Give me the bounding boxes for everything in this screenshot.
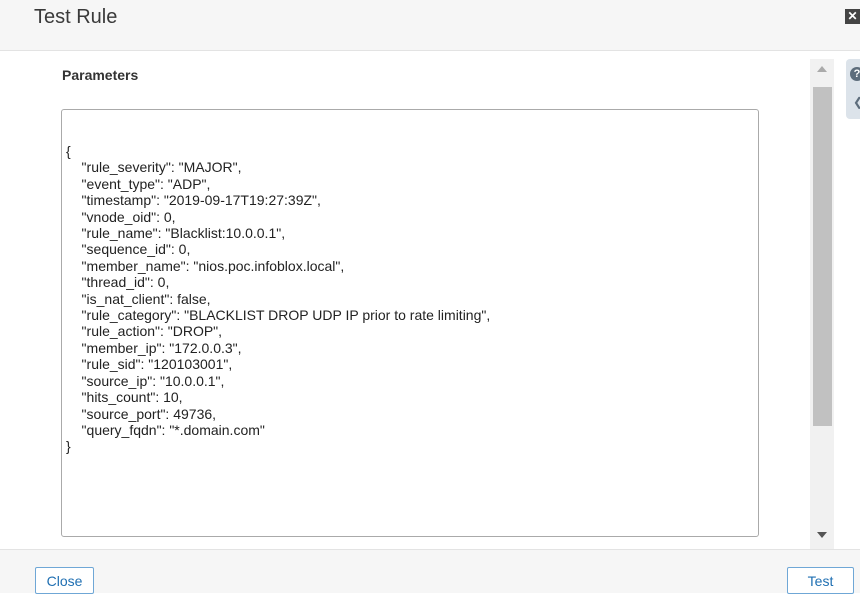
- json-line: "rule_name": "Blacklist:10.0.0.1",: [66, 225, 286, 242]
- json-line: "vnode_oid": 0,: [66, 208, 176, 225]
- json-line: "source_ip": "10.0.0.1",: [66, 372, 225, 389]
- json-line: "thread_id": 0,: [66, 274, 170, 291]
- parameters-json[interactable]: { "rule_severity": "MAJOR", "event_type"…: [66, 143, 490, 455]
- close-button[interactable]: Close: [35, 567, 94, 594]
- json-line: "query_fqdn": "*.domain.com": [66, 421, 265, 438]
- scroll-thumb[interactable]: [813, 87, 832, 426]
- collapse-arrow-icon[interactable]: ❮: [853, 95, 860, 109]
- parameters-label: Parameters: [62, 67, 139, 83]
- json-line: "source_port": 49736,: [66, 405, 217, 422]
- close-icon[interactable]: ✕: [845, 9, 860, 24]
- json-line: "is_nat_client": false,: [66, 290, 211, 307]
- scroll-down-arrow-icon[interactable]: [817, 532, 827, 538]
- json-line: {: [66, 143, 71, 159]
- dialog-header: Test Rule ✕: [0, 0, 860, 51]
- dialog-footer: [0, 549, 860, 593]
- scroll-up-arrow-icon[interactable]: [817, 66, 827, 72]
- json-line: "member_ip": "172.0.0.3",: [66, 339, 242, 356]
- json-line: "sequence_id": 0,: [66, 241, 191, 258]
- json-line: "member_name": "nios.poc.infoblox.local"…: [66, 257, 345, 274]
- json-line: "rule_severity": "MAJOR",: [66, 159, 242, 176]
- json-line: "timestamp": "2019-09-17T19:27:39Z",: [66, 192, 321, 209]
- json-line: "hits_count": 10,: [66, 389, 183, 406]
- help-icon[interactable]: ?: [850, 67, 860, 81]
- json-line: "event_type": "ADP",: [66, 175, 211, 192]
- json-line: "rule_sid": "120103001",: [66, 356, 233, 373]
- json-line: "rule_action": "DROP",: [66, 323, 223, 340]
- json-line: "rule_category": "BLACKLIST DROP UDP IP …: [66, 307, 491, 324]
- dialog-title: Test Rule: [34, 6, 118, 28]
- json-line: }: [66, 438, 71, 455]
- test-button[interactable]: Test: [787, 567, 854, 594]
